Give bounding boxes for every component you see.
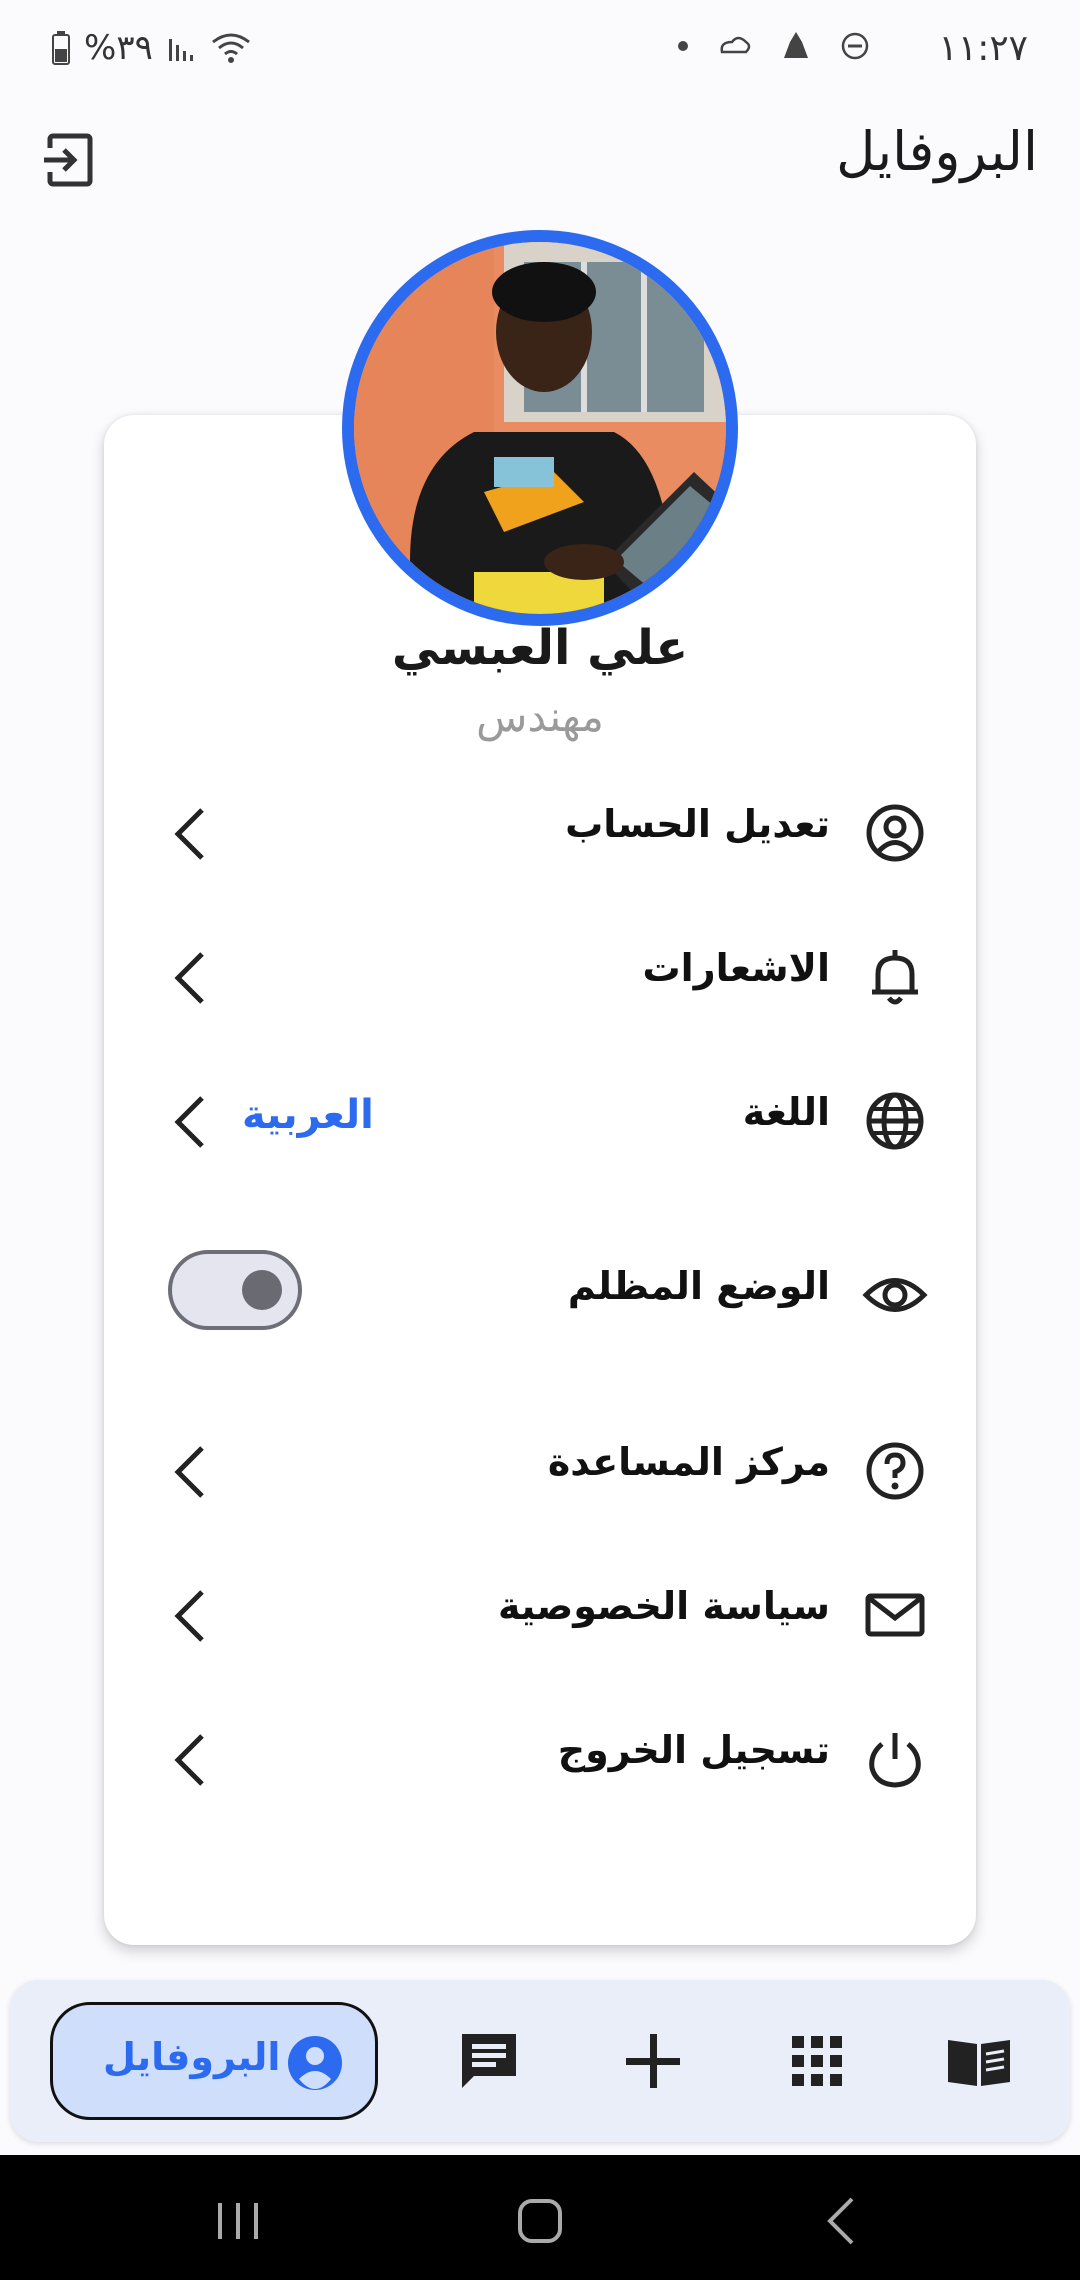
dark-mode-toggle[interactable] bbox=[168, 1250, 302, 1330]
status-right-icons bbox=[678, 30, 870, 62]
user-role: مهندس bbox=[476, 692, 604, 741]
eye-icon bbox=[862, 1278, 928, 1312]
power-icon bbox=[869, 1733, 921, 1788]
wifi-icon bbox=[211, 33, 250, 63]
account-circle-icon bbox=[866, 804, 924, 862]
chevron-left-icon bbox=[174, 1096, 204, 1148]
do-not-disturb-icon bbox=[841, 32, 869, 60]
cloud-sync-icon bbox=[720, 36, 751, 54]
battery-percentage: %٣٩ bbox=[84, 28, 153, 68]
bottom-navigation: البروفايل bbox=[10, 1980, 1070, 2142]
avatar-photo bbox=[354, 242, 726, 614]
menu-item-label: تسجيل الخروج bbox=[557, 1728, 830, 1772]
recent-apps-icon[interactable] bbox=[208, 2191, 268, 2251]
chevron-left-icon bbox=[174, 808, 204, 860]
menu-item-edit-account[interactable]: تعديل الحساب bbox=[150, 778, 930, 888]
nav-profile-label: البروفايل bbox=[103, 2035, 281, 2079]
apps-grid-icon[interactable] bbox=[782, 2026, 852, 2096]
chevron-left-icon bbox=[174, 1734, 204, 1786]
menu-item-privacy-policy[interactable]: سياسة الخصوصية bbox=[150, 1560, 930, 1670]
menu-item-help-center[interactable]: مركز المساعدة bbox=[150, 1416, 930, 1526]
globe-icon bbox=[866, 1092, 924, 1150]
logout-icon[interactable] bbox=[40, 128, 104, 192]
back-icon[interactable] bbox=[812, 2191, 872, 2251]
menu-item-label: اللغة bbox=[742, 1090, 830, 1134]
bell-icon bbox=[872, 950, 918, 1005]
menu-item-label: الوضع المظلم bbox=[567, 1264, 830, 1308]
home-icon[interactable] bbox=[510, 2191, 570, 2251]
toggle-knob bbox=[242, 1270, 282, 1310]
page-title: البروفايل bbox=[836, 120, 1038, 183]
chevron-left-icon bbox=[174, 1590, 204, 1642]
notification-app-icon bbox=[784, 32, 808, 58]
menu-item-logout[interactable]: تسجيل الخروج bbox=[150, 1704, 930, 1814]
mail-icon bbox=[865, 1593, 925, 1637]
battery-icon bbox=[52, 31, 70, 65]
menu-item-label: سياسة الخصوصية bbox=[497, 1584, 830, 1628]
menu-item-notifications[interactable]: الاشعارات bbox=[150, 922, 930, 1032]
status-time: ١١:٢٧ bbox=[938, 28, 1028, 69]
avatar bbox=[342, 230, 738, 626]
menu-item-label: الاشعارات bbox=[642, 946, 831, 990]
nav-profile-tab[interactable]: البروفايل bbox=[50, 2002, 378, 2120]
chat-icon[interactable] bbox=[454, 2026, 524, 2096]
menu-item-label: تعديل الحساب bbox=[565, 802, 830, 846]
menu-item-dark-mode: الوضع المظلم bbox=[150, 1240, 930, 1350]
chevron-left-icon bbox=[174, 1446, 204, 1498]
dot-icon bbox=[678, 41, 688, 51]
language-value: العربية bbox=[242, 1092, 374, 1138]
profile-icon bbox=[288, 2036, 342, 2090]
user-name: علي العبسي bbox=[391, 620, 689, 676]
menu-item-label: مركز المساعدة bbox=[547, 1440, 830, 1484]
status-bar: %٣٩ ١١:٢٧ bbox=[0, 0, 1080, 100]
chevron-left-icon bbox=[174, 952, 204, 1004]
status-left-group: %٣٩ bbox=[52, 28, 251, 68]
book-icon[interactable] bbox=[944, 2026, 1014, 2096]
add-icon[interactable] bbox=[618, 2026, 688, 2096]
system-navigation-bar bbox=[0, 2155, 1080, 2280]
signal-icon bbox=[168, 39, 193, 61]
menu-item-language[interactable]: اللغة العربية bbox=[150, 1066, 930, 1176]
help-icon bbox=[866, 1442, 924, 1500]
